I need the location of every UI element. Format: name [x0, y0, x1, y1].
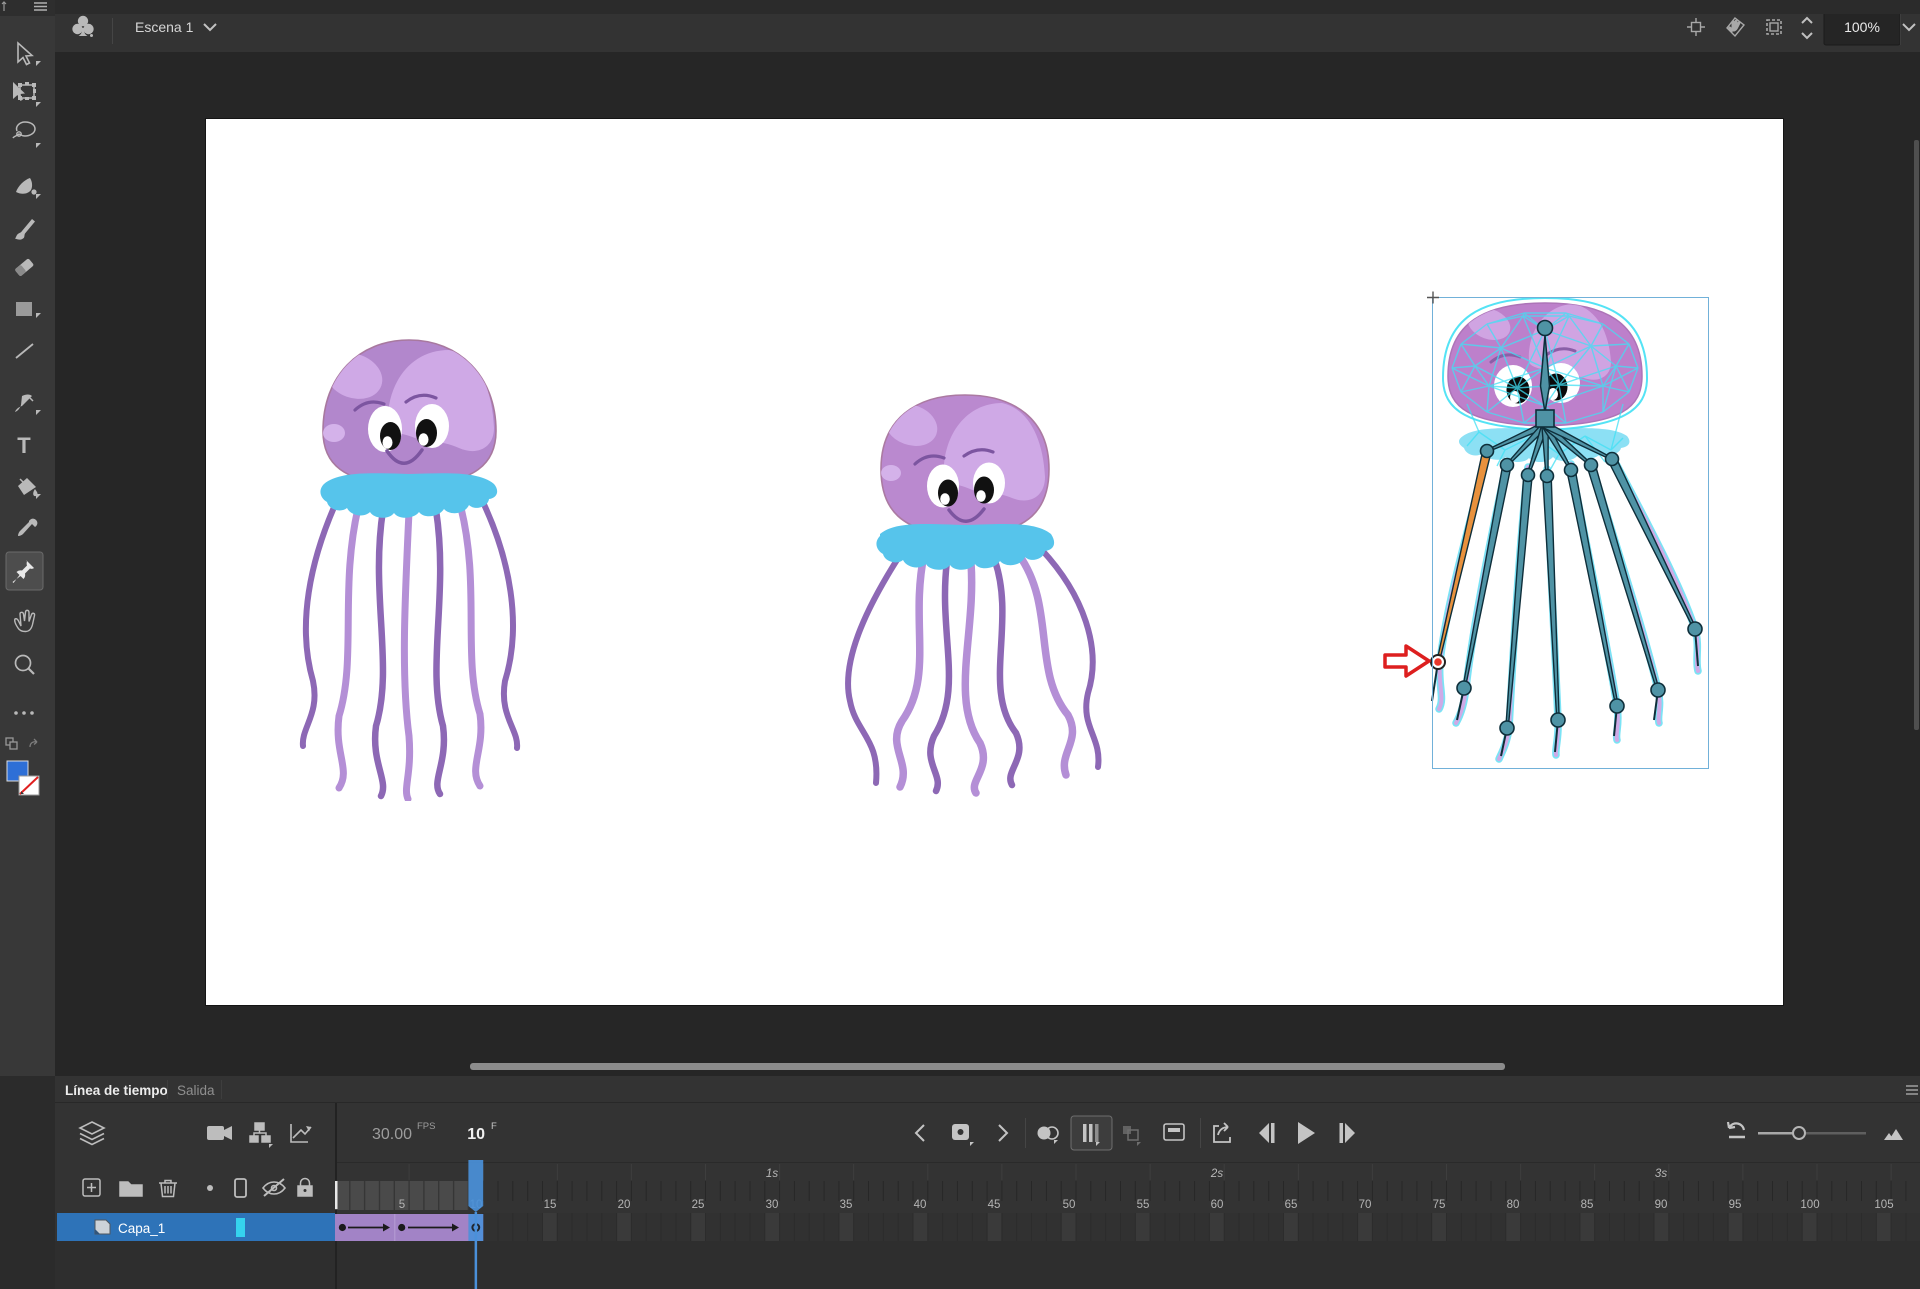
- svg-text:100%: 100%: [1844, 19, 1880, 35]
- svg-text:35: 35: [840, 1199, 853, 1211]
- svg-text:FPS: FPS: [417, 1121, 435, 1132]
- svg-text:Capa_1: Capa_1: [118, 1221, 165, 1236]
- svg-text:2s: 2s: [1210, 1168, 1223, 1180]
- svg-text:50: 50: [1063, 1199, 1076, 1211]
- svg-text:30.00: 30.00: [372, 1126, 412, 1143]
- svg-text:45: 45: [988, 1199, 1001, 1211]
- svg-text:80: 80: [1507, 1199, 1520, 1211]
- svg-text:30: 30: [766, 1199, 779, 1211]
- svg-text:F: F: [491, 1121, 497, 1132]
- svg-text:10: 10: [467, 1126, 485, 1143]
- svg-text:40: 40: [914, 1199, 927, 1211]
- svg-text:60: 60: [1211, 1199, 1224, 1211]
- svg-text:100: 100: [1800, 1199, 1819, 1211]
- svg-text:Salida: Salida: [177, 1083, 215, 1098]
- svg-text:75: 75: [1433, 1199, 1446, 1211]
- svg-text:85: 85: [1581, 1199, 1594, 1211]
- svg-text:25: 25: [692, 1199, 705, 1211]
- svg-text:5: 5: [399, 1199, 405, 1211]
- svg-text:15: 15: [544, 1199, 557, 1211]
- svg-text:T: T: [17, 433, 31, 458]
- svg-text:3s: 3s: [1655, 1168, 1667, 1180]
- svg-text:20: 20: [618, 1199, 631, 1211]
- svg-text:Escena 1: Escena 1: [135, 19, 194, 35]
- svg-text:105: 105: [1874, 1199, 1893, 1211]
- svg-text:1s: 1s: [766, 1168, 778, 1180]
- svg-text:Línea de tiempo: Línea de tiempo: [65, 1083, 168, 1098]
- svg-text:95: 95: [1729, 1199, 1742, 1211]
- svg-text:90: 90: [1655, 1199, 1668, 1211]
- svg-text:65: 65: [1285, 1199, 1298, 1211]
- svg-text:70: 70: [1359, 1199, 1372, 1211]
- svg-text:55: 55: [1137, 1199, 1150, 1211]
